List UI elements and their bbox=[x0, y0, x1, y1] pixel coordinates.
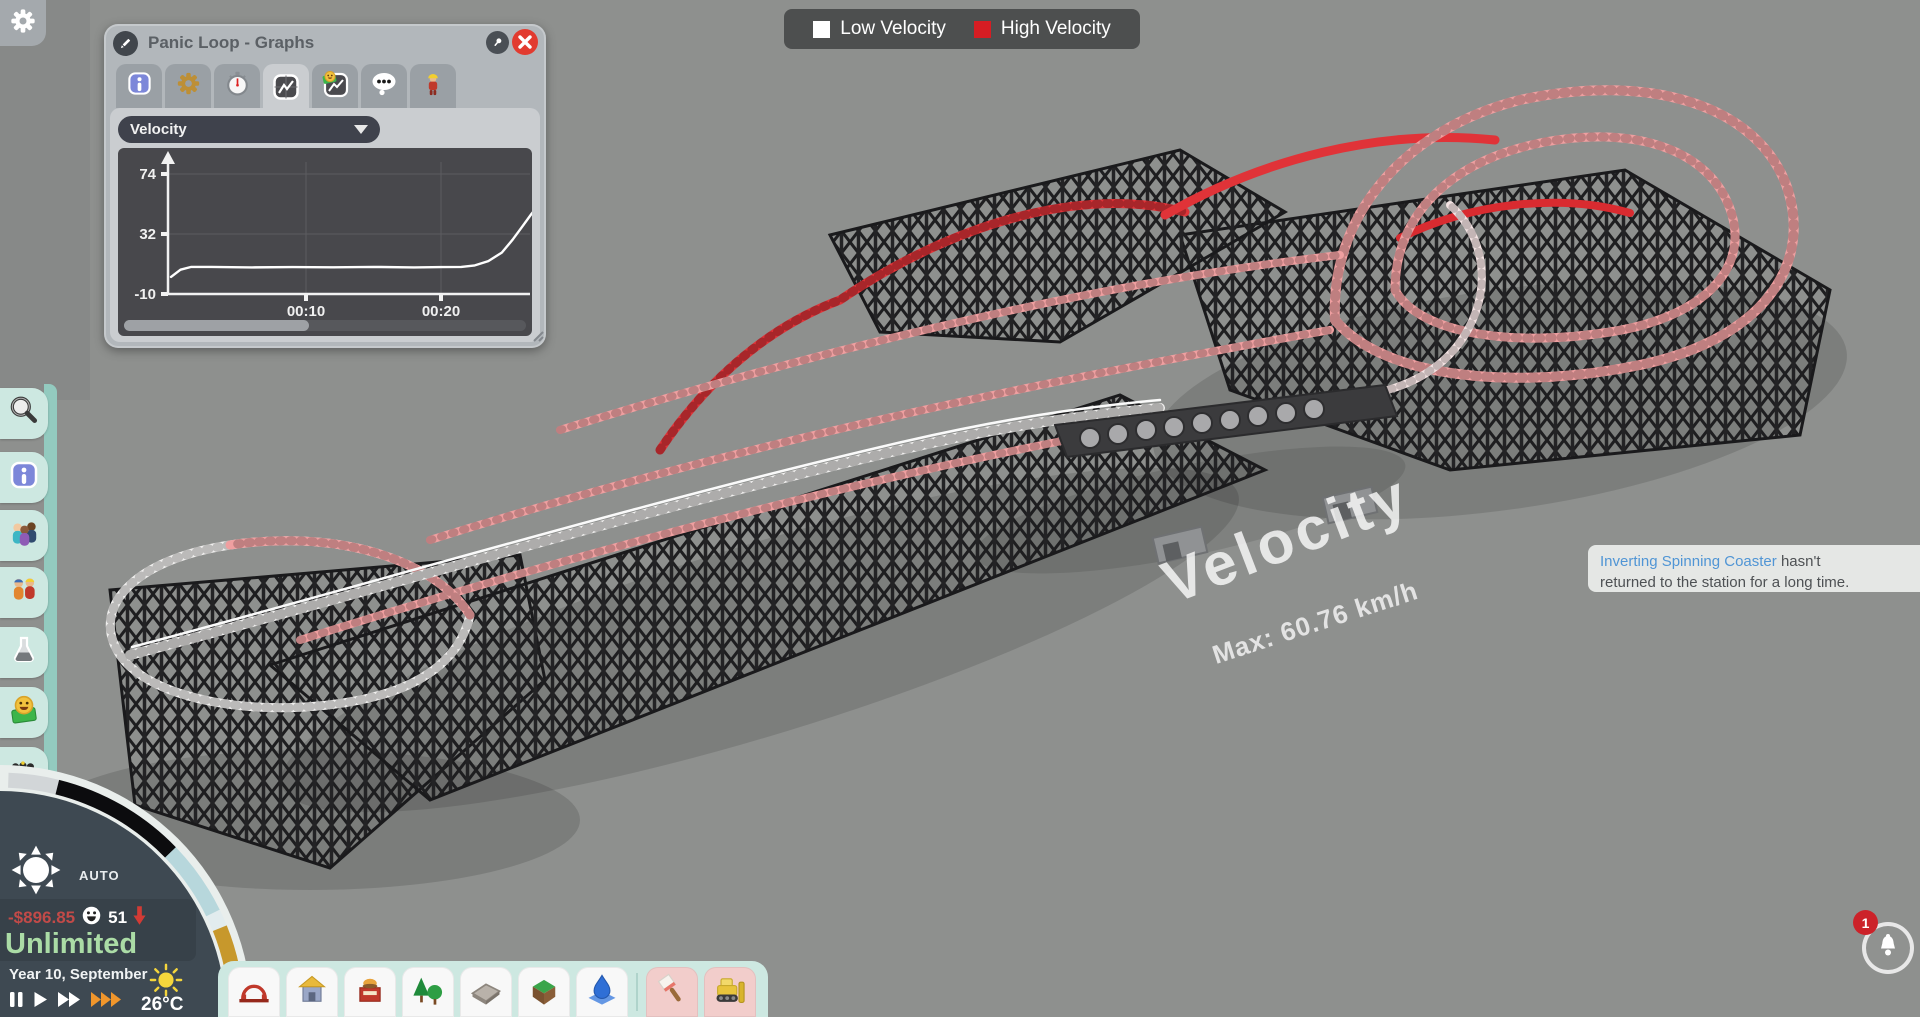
guests-icon bbox=[7, 516, 41, 555]
toolbar-scenery-button[interactable] bbox=[402, 967, 454, 1017]
sidebar-item-guests[interactable] bbox=[0, 510, 48, 561]
stopwatch-icon bbox=[224, 70, 251, 102]
income-chart-icon bbox=[321, 70, 349, 103]
y-tick-74: 74 bbox=[139, 166, 156, 183]
chat-bubble-icon bbox=[370, 70, 398, 103]
tab-settings[interactable] bbox=[165, 64, 211, 108]
terrain-block-icon bbox=[526, 972, 562, 1013]
trees-icon bbox=[410, 972, 446, 1013]
park-money: -$896.85 bbox=[8, 908, 76, 927]
graph-scrollbar-thumb[interactable] bbox=[124, 320, 309, 331]
temperature-label: 26°C bbox=[141, 994, 184, 1015]
velocity-legend: Low Velocity High Velocity bbox=[784, 9, 1140, 49]
guest-count: 51 bbox=[108, 908, 128, 927]
bell-icon bbox=[1876, 933, 1900, 964]
window-titlebar[interactable]: Panic Loop - Graphs bbox=[104, 24, 546, 62]
ride-name-link[interactable]: Inverting Spinning Coaster bbox=[1600, 553, 1777, 570]
high-velocity-label: High Velocity bbox=[1000, 18, 1111, 39]
legend-low-velocity: Low Velocity bbox=[813, 18, 946, 40]
staff-icon bbox=[7, 573, 41, 612]
ride-graphs-window: Panic Loop - Graphs Velocity 74 32 -10 0… bbox=[104, 24, 546, 348]
pause-button[interactable] bbox=[9, 991, 24, 1008]
tab-income-graphs[interactable] bbox=[312, 64, 358, 108]
fast-forward-button[interactable] bbox=[57, 991, 81, 1008]
toolbar-water-button[interactable] bbox=[576, 967, 628, 1017]
chevron-down-icon bbox=[354, 125, 368, 134]
fastest-forward-button[interactable] bbox=[90, 991, 123, 1008]
velocity-line bbox=[169, 211, 532, 279]
guests-trend-down-icon bbox=[133, 906, 146, 930]
tab-staff[interactable] bbox=[410, 64, 456, 108]
magnifier-icon bbox=[7, 394, 41, 433]
sidebar-item-finances[interactable] bbox=[0, 687, 48, 738]
x-tick-0020: 00:20 bbox=[422, 303, 460, 320]
low-velocity-swatch bbox=[813, 20, 831, 38]
graphs-tab-content: Velocity 74 32 -10 00:10 00:20 bbox=[110, 108, 540, 342]
coaster-icon bbox=[236, 972, 272, 1013]
toolbar-shops-button[interactable] bbox=[286, 967, 338, 1017]
y-axis-arrow bbox=[161, 151, 175, 164]
settings-button[interactable] bbox=[0, 0, 46, 46]
daynight-auto-label[interactable]: AUTO bbox=[79, 868, 120, 883]
line-chart-icon bbox=[272, 73, 300, 106]
graph-type-dropdown[interactable]: Velocity bbox=[118, 116, 380, 143]
toolbar-divider bbox=[636, 973, 638, 1011]
toolbar-paint-button[interactable] bbox=[646, 967, 698, 1017]
low-velocity-label: Low Velocity bbox=[840, 18, 946, 39]
gear-icon bbox=[9, 7, 37, 40]
sun-daynight-icon[interactable] bbox=[10, 844, 62, 901]
toolbar-paths-button[interactable] bbox=[460, 967, 512, 1017]
tab-graphs[interactable] bbox=[263, 64, 309, 114]
food-stand-icon bbox=[352, 972, 388, 1013]
tab-timing[interactable] bbox=[214, 64, 260, 108]
flask-icon bbox=[8, 634, 40, 671]
high-velocity-swatch bbox=[973, 20, 991, 38]
water-icon bbox=[584, 972, 620, 1013]
playback-controls bbox=[9, 991, 123, 1008]
x-tick-0010: 00:10 bbox=[287, 303, 325, 320]
legend-high-velocity: High Velocity bbox=[973, 18, 1111, 40]
rename-pencil-icon[interactable] bbox=[113, 30, 138, 56]
finances-icon bbox=[7, 693, 41, 732]
tab-thoughts[interactable] bbox=[361, 64, 407, 108]
toolbar-rides-button[interactable] bbox=[228, 967, 280, 1017]
graph-scrollbar bbox=[124, 320, 526, 331]
alert-text-line2: returned to the station for a long time. bbox=[1600, 574, 1850, 592]
shop-building-icon bbox=[294, 972, 330, 1013]
info-icon bbox=[126, 70, 153, 102]
sidebar-item-zoom[interactable] bbox=[0, 388, 48, 439]
close-window-button[interactable] bbox=[512, 29, 538, 55]
dropdown-value: Velocity bbox=[130, 121, 187, 138]
pin-window-button[interactable] bbox=[486, 31, 509, 54]
path-tile-icon bbox=[468, 972, 504, 1013]
y-tick-32: 32 bbox=[139, 226, 156, 243]
paintbrush-icon bbox=[654, 972, 690, 1013]
alert-text-line1: hasn't bbox=[1776, 553, 1821, 570]
bulldozer-icon bbox=[712, 972, 748, 1013]
funds-mode-label: Unlimited bbox=[5, 928, 138, 960]
game-date: Year 10, September bbox=[9, 966, 148, 983]
toolbar-food-button[interactable] bbox=[344, 967, 396, 1017]
sidebar-item-staff[interactable] bbox=[0, 567, 48, 618]
ride-alert-notification[interactable]: Inverting Spinning Coaster hasn't return… bbox=[1588, 545, 1920, 592]
tab-info[interactable] bbox=[116, 64, 162, 108]
window-resize-handle[interactable] bbox=[530, 328, 544, 347]
y-tick-neg10: -10 bbox=[134, 286, 156, 303]
play-button[interactable] bbox=[33, 991, 48, 1008]
window-tab-bar bbox=[116, 64, 459, 114]
gear-icon bbox=[175, 70, 202, 102]
build-toolbar bbox=[218, 961, 768, 1017]
velocity-chart: 74 32 -10 00:10 00:20 bbox=[134, 151, 532, 320]
mechanic-icon bbox=[420, 71, 446, 102]
park-info-icon bbox=[8, 459, 40, 496]
notification-count-badge: 1 bbox=[1853, 910, 1878, 935]
window-title: Panic Loop - Graphs bbox=[148, 33, 315, 52]
sidebar-item-park-info[interactable] bbox=[0, 452, 48, 503]
toolbar-demolish-button[interactable] bbox=[704, 967, 756, 1017]
sidebar-item-research[interactable] bbox=[0, 627, 48, 678]
toolbar-terrain-button[interactable] bbox=[518, 967, 570, 1017]
velocity-graph-panel: 74 32 -10 00:10 00:20 bbox=[118, 148, 532, 336]
